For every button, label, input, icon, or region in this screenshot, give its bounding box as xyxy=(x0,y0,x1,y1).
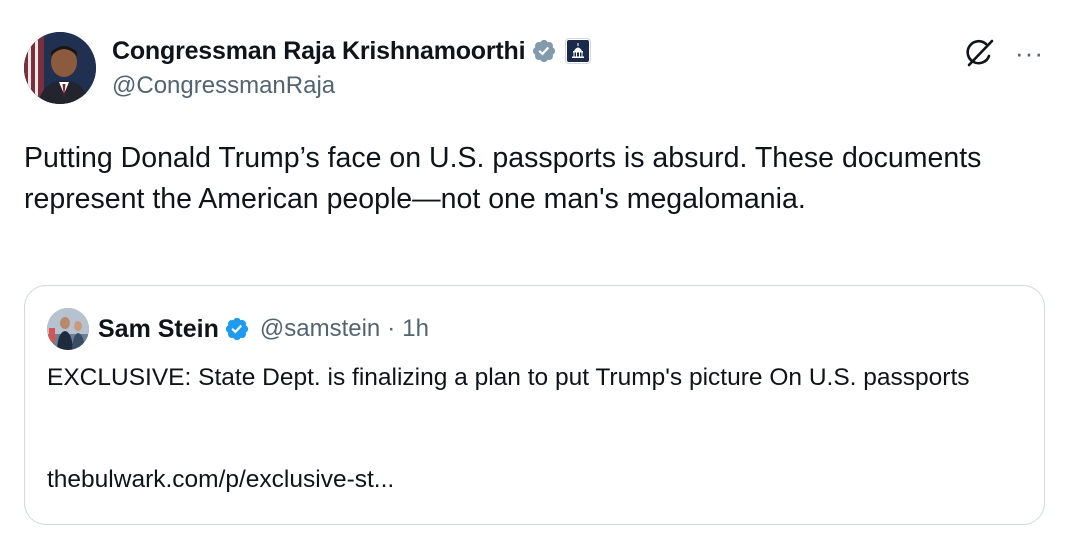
quoted-tweet-text: EXCLUSIVE: State Dept. is finalizing a p… xyxy=(47,364,970,391)
quoted-author-avatar[interactable] xyxy=(47,308,89,350)
separator-dot: · xyxy=(387,315,396,342)
author-handle[interactable]: @CongressmanRaja xyxy=(112,72,335,100)
quoted-tweet-link[interactable]: thebulwark.com/p/exclusive-st... xyxy=(47,466,394,494)
gray-verified-badge-icon[interactable] xyxy=(531,38,557,64)
author-display-name[interactable]: Congressman Raja Krishnamoorthi xyxy=(112,37,526,66)
blue-verified-badge-icon[interactable] xyxy=(224,316,250,342)
author-avatar[interactable] xyxy=(24,32,96,104)
quoted-tweet-timestamp[interactable]: 1h xyxy=(402,315,429,343)
tweet-text: Putting Donald Trump’s face on U.S. pass… xyxy=(24,142,990,215)
quoted-tweet-header: Sam Stein @samstein · 1h xyxy=(47,308,429,350)
quoted-author-display-name[interactable]: Sam Stein xyxy=(98,315,219,344)
more-icon[interactable]: ··· xyxy=(1015,40,1044,66)
tweet-top-actions: ··· xyxy=(963,36,1044,70)
quoted-author-handle[interactable]: @samstein xyxy=(260,315,380,343)
quoted-tweet-card[interactable]: Sam Stein @samstein · 1h EXCLUSIVE: Stat… xyxy=(24,285,1045,525)
grok-icon[interactable] xyxy=(963,36,997,70)
tweet-card: Congressman Raja Krishnamoorthi @Congres… xyxy=(0,0,1074,548)
author-name-row: Congressman Raja Krishnamoorthi xyxy=(112,34,592,68)
capitol-building-icon[interactable] xyxy=(565,38,592,64)
